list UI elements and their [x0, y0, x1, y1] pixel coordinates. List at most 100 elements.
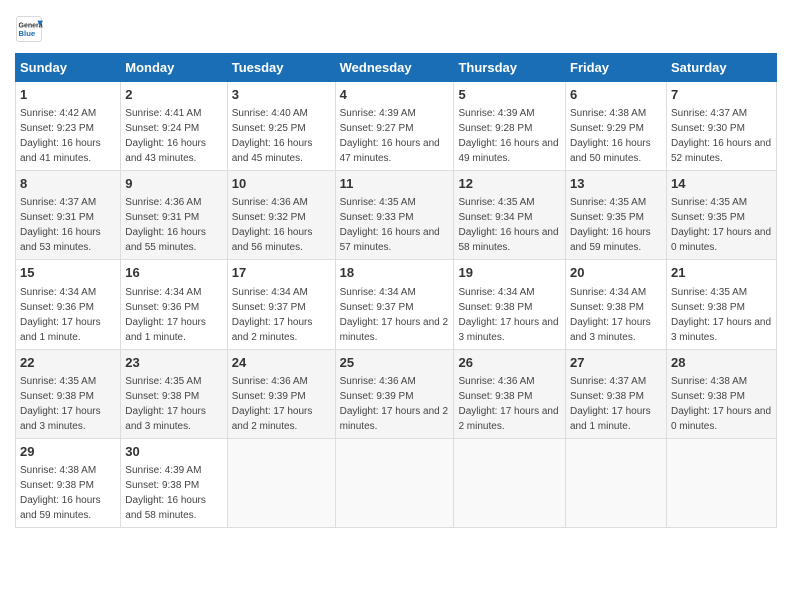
- daylight-text: Daylight: 16 hours and 58 minutes.: [458, 227, 558, 253]
- calendar-cell: 6Sunrise: 4:38 AMSunset: 9:29 PMDaylight…: [566, 82, 667, 171]
- day-number: 8: [20, 175, 116, 193]
- day-number: 30: [125, 443, 222, 461]
- daylight-text: Daylight: 16 hours and 58 minutes.: [125, 495, 206, 521]
- day-number: 10: [232, 175, 331, 193]
- day-number: 19: [458, 264, 561, 282]
- sunrise-text: Sunrise: 4:34 AM: [570, 287, 646, 298]
- calendar-cell: [666, 438, 776, 527]
- sunrise-text: Sunrise: 4:35 AM: [570, 197, 646, 208]
- sunrise-text: Sunrise: 4:34 AM: [20, 287, 96, 298]
- weekday-header-friday: Friday: [566, 54, 667, 82]
- day-number: 4: [340, 86, 450, 104]
- sunrise-text: Sunrise: 4:37 AM: [671, 108, 747, 119]
- daylight-text: Daylight: 17 hours and 3 minutes.: [570, 317, 651, 343]
- sunset-text: Sunset: 9:38 PM: [458, 391, 532, 402]
- sunset-text: Sunset: 9:30 PM: [671, 123, 745, 134]
- day-number: 9: [125, 175, 222, 193]
- sunrise-text: Sunrise: 4:36 AM: [340, 376, 416, 387]
- sunrise-text: Sunrise: 4:38 AM: [570, 108, 646, 119]
- weekday-row: SundayMondayTuesdayWednesdayThursdayFrid…: [16, 54, 777, 82]
- sunset-text: Sunset: 9:32 PM: [232, 212, 306, 223]
- daylight-text: Daylight: 16 hours and 59 minutes.: [20, 495, 101, 521]
- daylight-text: Daylight: 17 hours and 2 minutes.: [340, 406, 448, 432]
- sunrise-text: Sunrise: 4:35 AM: [458, 197, 534, 208]
- calendar-cell: 3Sunrise: 4:40 AMSunset: 9:25 PMDaylight…: [227, 82, 335, 171]
- day-number: 6: [570, 86, 662, 104]
- sunrise-text: Sunrise: 4:36 AM: [232, 376, 308, 387]
- calendar-cell: 1 Sunrise: 4:42 AM Sunset: 9:23 PM Daylight…: [16, 82, 121, 171]
- calendar-cell: [566, 438, 667, 527]
- daylight-text: Daylight: 17 hours and 2 minutes.: [232, 406, 313, 432]
- sunset-text: Sunset: 9:37 PM: [340, 302, 414, 313]
- calendar-cell: 18Sunrise: 4:34 AMSunset: 9:37 PMDayligh…: [335, 260, 454, 349]
- sunrise-text: Sunrise: 4:35 AM: [671, 287, 747, 298]
- day-number: 3: [232, 86, 331, 104]
- sunset-text: Sunset: 9:38 PM: [20, 480, 94, 491]
- sunrise-text: Sunrise: 4:37 AM: [20, 197, 96, 208]
- calendar-cell: 25Sunrise: 4:36 AMSunset: 9:39 PMDayligh…: [335, 349, 454, 438]
- sunset-text: Sunset: 9:25 PM: [232, 123, 306, 134]
- day-number: 20: [570, 264, 662, 282]
- day-number: 15: [20, 264, 116, 282]
- daylight-text: Daylight: 17 hours and 0 minutes.: [671, 406, 771, 432]
- calendar-cell: 8Sunrise: 4:37 AMSunset: 9:31 PMDaylight…: [16, 171, 121, 260]
- daylight-text: Daylight: 16 hours and 55 minutes.: [125, 227, 206, 253]
- weekday-header-wednesday: Wednesday: [335, 54, 454, 82]
- sunrise-text: Sunrise: 4:42 AM: [20, 108, 96, 119]
- logo-icon: General Blue: [15, 15, 43, 43]
- day-number: 16: [125, 264, 222, 282]
- calendar-cell: 4Sunrise: 4:39 AMSunset: 9:27 PMDaylight…: [335, 82, 454, 171]
- calendar-cell: 23Sunrise: 4:35 AMSunset: 9:38 PMDayligh…: [121, 349, 227, 438]
- calendar-week-2: 8 Sunrise: 4:37 AM Sunset: 9:31 PM Daylight…: [16, 171, 777, 260]
- daylight-text: Daylight: 17 hours and 2 minutes.: [232, 317, 313, 343]
- daylight-text: Daylight: 16 hours and 57 minutes.: [340, 227, 440, 253]
- sunset-text: Sunset: 9:27 PM: [340, 123, 414, 134]
- calendar-cell: 21Sunrise: 4:35 AMSunset: 9:38 PMDayligh…: [666, 260, 776, 349]
- sunset-text: Sunset: 9:34 PM: [458, 212, 532, 223]
- daylight-text: Daylight: 17 hours and 3 minutes.: [125, 406, 206, 432]
- sunset-text: Sunset: 9:23 PM: [20, 123, 94, 134]
- svg-text:Blue: Blue: [19, 29, 36, 38]
- day-number: 25: [340, 354, 450, 372]
- sunset-text: Sunset: 9:38 PM: [671, 391, 745, 402]
- day-number: 23: [125, 354, 222, 372]
- day-number: 2: [125, 86, 222, 104]
- sunset-text: Sunset: 9:31 PM: [20, 212, 94, 223]
- calendar-body: 1 Sunrise: 4:42 AM Sunset: 9:23 PM Daylight…: [16, 82, 777, 528]
- calendar-table: SundayMondayTuesdayWednesdayThursdayFrid…: [15, 53, 777, 528]
- sunset-text: Sunset: 9:38 PM: [671, 302, 745, 313]
- sunset-text: Sunset: 9:35 PM: [570, 212, 644, 223]
- daylight-text: Daylight: 17 hours and 1 minute.: [570, 406, 651, 432]
- weekday-header-tuesday: Tuesday: [227, 54, 335, 82]
- weekday-header-monday: Monday: [121, 54, 227, 82]
- daylight-text: Daylight: 16 hours and 45 minutes.: [232, 138, 313, 164]
- sunset-text: Sunset: 9:38 PM: [20, 391, 94, 402]
- logo: General Blue: [15, 15, 43, 43]
- day-number: 7: [671, 86, 772, 104]
- calendar-cell: 19Sunrise: 4:34 AMSunset: 9:38 PMDayligh…: [454, 260, 566, 349]
- daylight-text: Daylight: 16 hours and 52 minutes.: [671, 138, 771, 164]
- calendar-cell: 24Sunrise: 4:36 AMSunset: 9:39 PMDayligh…: [227, 349, 335, 438]
- sunset-text: Sunset: 9:38 PM: [458, 302, 532, 313]
- calendar-header: SundayMondayTuesdayWednesdayThursdayFrid…: [16, 54, 777, 82]
- daylight-text: Daylight: 17 hours and 1 minute.: [20, 317, 101, 343]
- sunrise-text: Sunrise: 4:38 AM: [20, 465, 96, 476]
- sunset-text: Sunset: 9:33 PM: [340, 212, 414, 223]
- daylight-text: Daylight: 16 hours and 41 minutes.: [20, 138, 101, 164]
- sunrise-text: Sunrise: 4:39 AM: [458, 108, 534, 119]
- calendar-week-1: 1 Sunrise: 4:42 AM Sunset: 9:23 PM Daylight…: [16, 82, 777, 171]
- day-number: 11: [340, 175, 450, 193]
- day-number: 1: [20, 86, 116, 104]
- daylight-text: Daylight: 17 hours and 3 minutes.: [20, 406, 101, 432]
- sunset-text: Sunset: 9:38 PM: [570, 302, 644, 313]
- calendar-cell: 12Sunrise: 4:35 AMSunset: 9:34 PMDayligh…: [454, 171, 566, 260]
- calendar-cell: 13Sunrise: 4:35 AMSunset: 9:35 PMDayligh…: [566, 171, 667, 260]
- daylight-text: Daylight: 16 hours and 56 minutes.: [232, 227, 313, 253]
- calendar-cell: 9Sunrise: 4:36 AMSunset: 9:31 PMDaylight…: [121, 171, 227, 260]
- calendar-cell: 16Sunrise: 4:34 AMSunset: 9:36 PMDayligh…: [121, 260, 227, 349]
- sunset-text: Sunset: 9:28 PM: [458, 123, 532, 134]
- day-number: 26: [458, 354, 561, 372]
- sunrise-text: Sunrise: 4:34 AM: [458, 287, 534, 298]
- calendar-week-5: 29Sunrise: 4:38 AMSunset: 9:38 PMDayligh…: [16, 438, 777, 527]
- sunrise-text: Sunrise: 4:36 AM: [458, 376, 534, 387]
